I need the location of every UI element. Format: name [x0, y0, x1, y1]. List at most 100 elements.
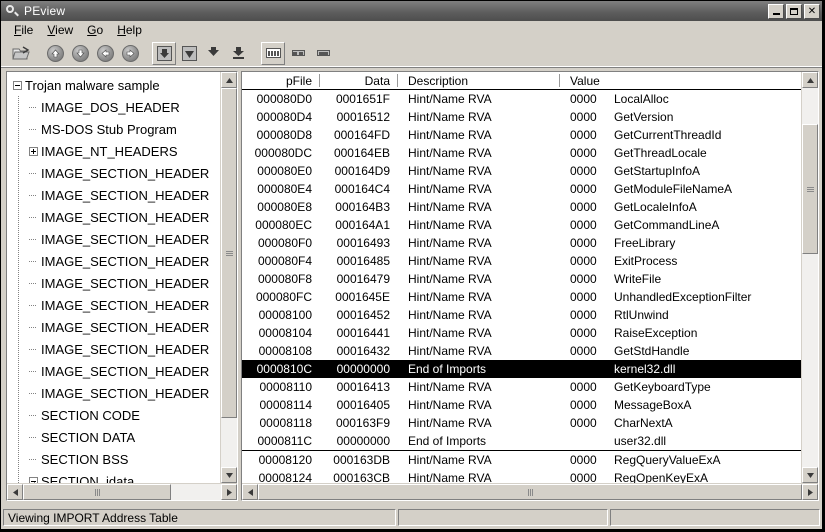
go-forward-button[interactable]: [118, 42, 142, 65]
list-scroll-up-button[interactable]: [802, 72, 818, 88]
expand-toggle-icon[interactable]: [29, 146, 38, 156]
tree-scroll-track[interactable]: [221, 88, 237, 467]
tree-item[interactable]: IMAGE_SECTION_HEADER: [7, 206, 220, 228]
menu-go[interactable]: Go: [80, 22, 110, 38]
tree-item[interactable]: IMAGE_SECTION_HEADER: [7, 294, 220, 316]
cell-value-hint: 0000: [570, 344, 597, 358]
table-row[interactable]: 000080D0 0001651F Hint/Name RVA 0000 LocalAl…: [242, 90, 801, 108]
table-row[interactable]: 00008104 00016441 Hint/Name RVA 0000 RaiseEx…: [242, 324, 801, 342]
menu-help[interactable]: Help: [110, 22, 149, 38]
view-hex-button[interactable]: [261, 41, 285, 65]
column-header-description[interactable]: Description: [398, 72, 560, 89]
menu-view[interactable]: View: [40, 22, 80, 38]
tree-item[interactable]: IMAGE_SECTION_HEADER: [7, 272, 220, 294]
go-back-button[interactable]: [93, 42, 117, 65]
tree-item[interactable]: IMAGE_SECTION_HEADER: [7, 250, 220, 272]
tree-item[interactable]: IMAGE_SECTION_HEADER: [7, 360, 220, 382]
table-row[interactable]: 000080E4 000164C4 Hint/Name RVA 0000 GetModu…: [242, 180, 801, 198]
table-row[interactable]: 000080E8 000164B3 Hint/Name RVA 0000 GetLoca…: [242, 198, 801, 216]
tree-item[interactable]: SECTION DATA: [7, 426, 220, 448]
tree-vertical-scrollbar[interactable]: [220, 72, 237, 483]
table-row[interactable]: 000080D8 000164FD Hint/Name RVA 0000 GetCurr…: [242, 126, 801, 144]
circle-arrow-right-icon: [121, 44, 139, 62]
view-single-button[interactable]: [311, 42, 335, 65]
column-header-data[interactable]: Data: [320, 72, 398, 89]
tree-hscroll-thumb[interactable]: [23, 484, 171, 500]
table-row[interactable]: 0000811C 00000000 End of Imports user32.dll: [242, 432, 801, 451]
import-rows[interactable]: 000080D0 0001651F Hint/Name RVA 0000 LocalAl…: [242, 90, 801, 483]
tree-scroll-thumb[interactable]: [221, 88, 237, 418]
table-row[interactable]: 000080D4 00016512 Hint/Name RVA 0000 GetVers…: [242, 108, 801, 126]
table-row[interactable]: 000080E0 000164D9 Hint/Name RVA 0000 GetStar…: [242, 162, 801, 180]
view-split-button[interactable]: [286, 42, 310, 65]
cell-data: 00016493: [336, 236, 390, 250]
cell-data: 000163CB: [333, 471, 390, 483]
list-hscroll-thumb[interactable]: [258, 484, 802, 500]
structure-tree[interactable]: Trojan malware sample IMAGE_DOS_HEADER MS-…: [7, 72, 220, 483]
table-row[interactable]: 000080DC 000164EB Hint/Name RVA 0000 GetThre…: [242, 144, 801, 162]
boxed-arrow-down-bar-icon: [232, 46, 247, 61]
go-up-button[interactable]: [43, 42, 67, 65]
table-row[interactable]: 00008100 00016452 Hint/Name RVA 0000 RtlUnwi…: [242, 306, 801, 324]
view-last-section-button[interactable]: [227, 42, 251, 65]
tree-horizontal-scrollbar[interactable]: [7, 483, 237, 500]
tree-item[interactable]: IMAGE_SECTION_HEADER: [7, 162, 220, 184]
table-row[interactable]: 000080F4 00016485 Hint/Name RVA 0000 ExitPro…: [242, 252, 801, 270]
list-scroll-right-button[interactable]: [802, 484, 818, 500]
table-row[interactable]: 000080EC 000164A1 Hint/Name RVA 0000 GetComm…: [242, 216, 801, 234]
tree-guide-line: [34, 482, 35, 483]
close-button[interactable]: ✕: [804, 3, 820, 19]
tree-item[interactable]: Trojan malware sample: [7, 74, 220, 96]
column-header-pfile[interactable]: pFile: [242, 72, 320, 89]
list-hscroll-track[interactable]: [258, 484, 802, 500]
tree-item[interactable]: IMAGE_NT_HEADERS: [7, 140, 220, 162]
list-scroll-thumb[interactable]: [802, 124, 818, 254]
cell-pfile: 000080DC: [254, 146, 312, 160]
tree-item[interactable]: IMAGE_SECTION_HEADER: [7, 228, 220, 250]
tree-item[interactable]: SECTION BSS: [7, 448, 220, 470]
maximize-button[interactable]: [786, 3, 802, 19]
list-horizontal-scrollbar[interactable]: [242, 483, 818, 500]
cell-value-hint: 0000: [570, 128, 597, 142]
go-down-button[interactable]: [68, 42, 92, 65]
tree-item[interactable]: IMAGE_DOS_HEADER: [7, 96, 220, 118]
menu-file[interactable]: File: [7, 22, 40, 38]
table-row[interactable]: 00008110 00016413 Hint/Name RVA 0000 GetKeyb…: [242, 378, 801, 396]
tree-scroll-up-button[interactable]: [221, 72, 237, 88]
table-row[interactable]: 00008114 00016405 Hint/Name RVA 0000 Message…: [242, 396, 801, 414]
list-column-headers[interactable]: pFile Data Description Value: [242, 72, 801, 90]
tree-item[interactable]: MS-DOS Stub Program: [7, 118, 220, 140]
table-row[interactable]: 00008108 00016432 Hint/Name RVA 0000 GetStdH…: [242, 342, 801, 360]
cell-data: 000164EB: [333, 146, 390, 160]
view-next-section-button[interactable]: [202, 42, 226, 65]
tree-item[interactable]: IMAGE_SECTION_HEADER: [7, 338, 220, 360]
tree-scroll-right-button[interactable]: [221, 484, 237, 500]
view-headers-button[interactable]: [152, 41, 176, 65]
tree-item[interactable]: SECTION CODE: [7, 404, 220, 426]
list-scroll-left-button[interactable]: [242, 484, 258, 500]
tree-hscroll-track[interactable]: [23, 484, 221, 500]
table-row[interactable]: 000080F8 00016479 Hint/Name RVA 0000 WriteFi…: [242, 270, 801, 288]
view-sections-button[interactable]: [177, 42, 201, 65]
list-vertical-scrollbar[interactable]: [801, 72, 818, 483]
tree-item[interactable]: IMAGE_SECTION_HEADER: [7, 382, 220, 404]
title-bar[interactable]: PEview ✕: [1, 1, 822, 21]
table-row[interactable]: 000080FC 0001645E Hint/Name RVA 0000 Unhandl…: [242, 288, 801, 306]
table-row[interactable]: 00008120 000163DB Hint/Name RVA 0000 RegQuer…: [242, 451, 801, 469]
table-row[interactable]: 00008118 000163F9 Hint/Name RVA 0000 CharNex…: [242, 414, 801, 432]
column-header-value[interactable]: Value: [560, 72, 801, 89]
table-row[interactable]: 000080F0 00016493 Hint/Name RVA 0000 FreeLib…: [242, 234, 801, 252]
minimize-button[interactable]: [768, 3, 784, 19]
list-scroll-down-button[interactable]: [802, 467, 818, 483]
tree-scroll-down-button[interactable]: [221, 467, 237, 483]
list-scroll-track[interactable]: [802, 88, 818, 467]
table-row[interactable]: 00008124 000163CB Hint/Name RVA 0000 RegOpen…: [242, 469, 801, 483]
tree-scroll-left-button[interactable]: [7, 484, 23, 500]
collapse-toggle-icon[interactable]: [13, 80, 22, 90]
table-row[interactable]: 0000810C 00000000 End of Imports kernel32.d…: [242, 360, 801, 378]
tree-item[interactable]: IMAGE_SECTION_HEADER: [7, 184, 220, 206]
tree-item[interactable]: SECTION .idata: [7, 470, 220, 483]
tree-item[interactable]: IMAGE_SECTION_HEADER: [7, 316, 220, 338]
open-file-button[interactable]: [9, 42, 33, 65]
cell-value-name: GetThreadLocale: [614, 146, 707, 160]
